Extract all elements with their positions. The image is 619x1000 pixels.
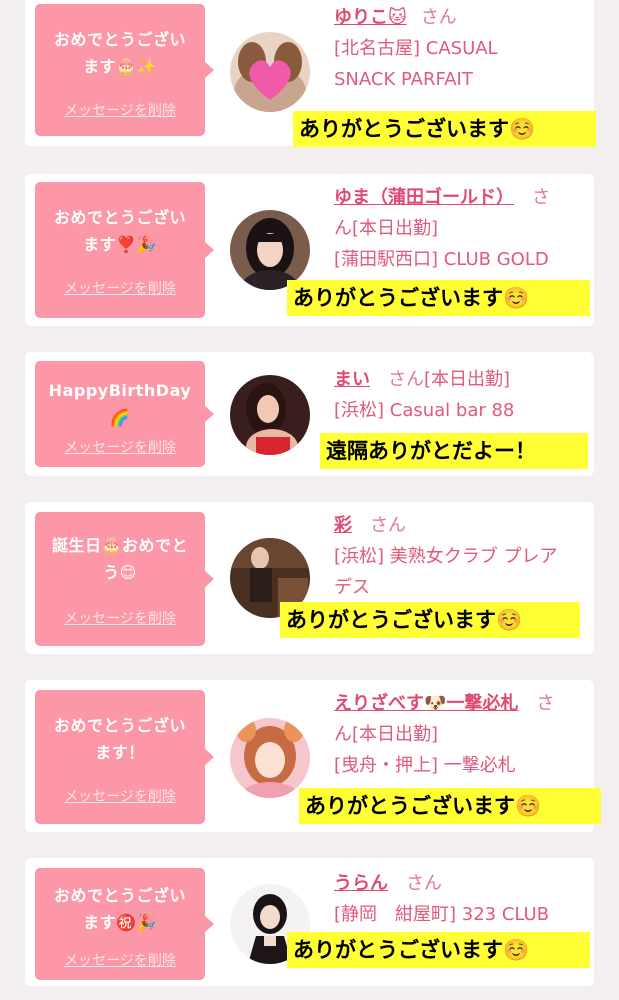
user-name-link[interactable]: ゆりこ🐱 (334, 7, 407, 28)
user-name-link[interactable]: うらん (334, 873, 388, 894)
shop-info-line1: [浜松] Casual bar 88 (334, 400, 515, 421)
user-name-link[interactable]: まい (334, 369, 370, 390)
user-name-link[interactable]: えりざべす🐶一撃必札 (334, 693, 518, 714)
shop-info-line1: [静岡 紺屋町] 323 CLUB (334, 904, 550, 925)
user-info: ゆま（蒲田ゴールド） さ ん[本日出勤] [蒲田駅西口] CLUB GOLD (334, 182, 586, 275)
status-badge: [本日出勤] (352, 218, 439, 239)
message-card: おめでとうござい ます㊗️🎉 メッセージを削除 うらん さん [静岡 紺屋町] 3… (25, 858, 594, 986)
message-card: おめでとうござい ます❣️🎉 メッセージを削除 ゆま（蒲田ゴールド） さ ん[本日… (25, 174, 594, 326)
reply-message: ありがとうございます☺️ (299, 788, 601, 824)
message-text-line2: ます❣️🎉 (83, 235, 157, 254)
message-text-line2: ます🎂✨ (83, 57, 157, 76)
message-card: HappyBirthDay 🌈 メッセージを削除 まい さん[本日出勤] [浜松]… (25, 352, 594, 476)
user-info: まい さん[本日出勤] [浜松] Casual bar 88 (334, 364, 586, 426)
user-info: 彩さん [浜松] 美熟女クラブ プレア デス (334, 510, 586, 603)
message-card: おめでとうござい ます！ メッセージを削除 えりざべす🐶一撃必札さ ん[本日出勤… (25, 680, 601, 832)
reply-message: ありがとうございます☺️ (287, 932, 590, 968)
reply-message: 遠隔ありがとだよー！ (320, 433, 588, 469)
message-text-line1: 誕生日🎂おめでと (52, 536, 188, 555)
avatar[interactable] (230, 210, 310, 290)
message-text-line2: う😊 (103, 563, 137, 582)
delete-message-link[interactable]: メッセージを削除 (35, 608, 205, 628)
message-card: 誕生日🎂おめでと う😊 メッセージを削除 彩さん [浜松] 美熟女クラブ プレア… (25, 502, 594, 654)
shop-info-line1: [蒲田駅西口] CLUB GOLD (334, 249, 549, 270)
user-info: うらん さん [静岡 紺屋町] 323 CLUB (334, 868, 586, 930)
honorific-label: さ (532, 187, 550, 208)
avatar[interactable] (230, 375, 310, 455)
shop-info-line2: デス (334, 577, 370, 598)
delete-message-link[interactable]: メッセージを削除 (35, 100, 205, 120)
delete-message-link[interactable]: メッセージを削除 (35, 278, 205, 298)
message-text-line1: HappyBirthDay (48, 381, 192, 400)
message-bubble: おめでとうござい ます🎂✨ メッセージを削除 (35, 4, 214, 136)
delete-message-link[interactable]: メッセージを削除 (35, 786, 205, 806)
message-text-line1: おめでとうござい (53, 886, 186, 905)
reply-message: ありがとうございます☺️ (280, 602, 580, 638)
shop-info-line2: SNACK PARFAIT (334, 69, 473, 90)
shop-info-line1: [北名古屋] CASUAL (334, 38, 498, 59)
delete-message-link[interactable]: メッセージを削除 (35, 437, 205, 457)
user-name-link[interactable]: ゆま（蒲田ゴールド） (334, 187, 514, 208)
honorific-label: さ (536, 693, 555, 714)
user-info: えりざべす🐶一撃必札さ ん[本日出勤] [曳舟・押上] 一撃必札 (334, 688, 586, 781)
message-text-line2: ます㊗️🎉 (83, 913, 157, 932)
shop-info-line1: [曳舟・押上] 一撃必札 (334, 755, 516, 776)
message-text-line2: 🌈 (109, 408, 131, 427)
shop-info-line1: [浜松] 美熟女クラブ プレア (334, 546, 558, 567)
honorific-label-cont: ん (334, 724, 352, 745)
delete-message-link[interactable]: メッセージを削除 (35, 950, 205, 970)
honorific-label: さん (420, 7, 457, 28)
reply-message: ありがとうございます☺️ (287, 280, 590, 316)
message-bubble: おめでとうござい ます！ メッセージを削除 (35, 690, 214, 824)
message-text-line2: ます！ (95, 743, 145, 762)
message-text-line1: おめでとうござい (53, 716, 186, 735)
message-card: おめでとうござい ます🎂✨ メッセージを削除 ゆりこ🐱 さん [北名古屋] CAS… (25, 0, 596, 147)
message-bubble: おめでとうござい ます㊗️🎉 メッセージを削除 (35, 868, 214, 980)
message-bubble: おめでとうござい ます❣️🎉 メッセージを削除 (35, 182, 214, 318)
message-text-line1: おめでとうござい (53, 30, 186, 49)
reply-message: ありがとうございます☺️ (293, 111, 596, 147)
avatar[interactable] (230, 718, 310, 798)
honorific-label-cont: ん (334, 218, 352, 239)
honorific-label: さん (406, 873, 442, 894)
status-badge: [本日出勤] (352, 724, 439, 745)
user-info: ゆりこ🐱 さん [北名古屋] CASUAL SNACK PARFAIT (334, 2, 586, 95)
message-text-line1: おめでとうござい (53, 208, 186, 227)
message-bubble: 誕生日🎂おめでと う😊 メッセージを削除 (35, 512, 214, 646)
status-badge: [本日出勤] (424, 369, 511, 390)
honorific-label: さん (370, 515, 406, 536)
avatar[interactable] (230, 32, 310, 112)
honorific-label: さん (388, 369, 424, 390)
message-bubble: HappyBirthDay 🌈 メッセージを削除 (35, 361, 214, 467)
user-name-link[interactable]: 彩 (334, 515, 352, 536)
